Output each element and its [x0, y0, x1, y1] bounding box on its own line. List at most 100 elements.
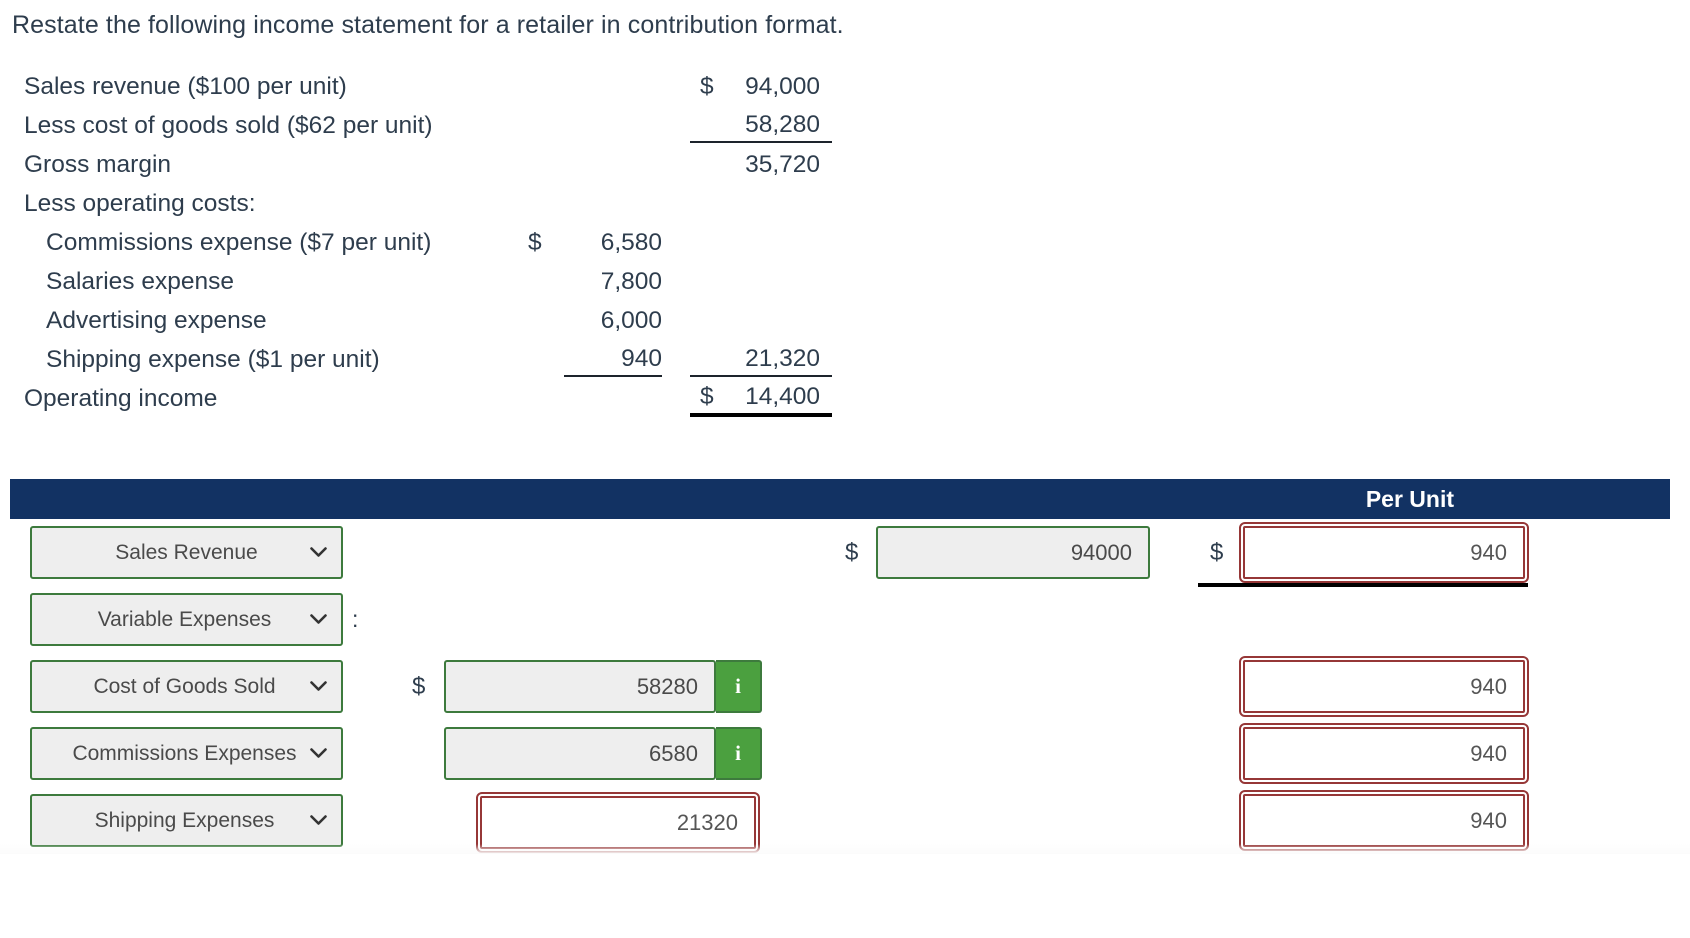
statement-currency-symbol: $	[528, 229, 542, 256]
statement-detail-amount: 7,800	[600, 268, 662, 295]
statement-column-gap	[662, 259, 690, 298]
variable-expense-amount-input[interactable]: 21320	[476, 792, 760, 853]
statement-detail-amount: 940	[564, 337, 662, 377]
worksheet-row: Cost of Goods Sold $58280 i 940	[0, 653, 1690, 720]
statement-total-amount: 94,000	[745, 73, 820, 100]
statement-currency-symbol	[690, 298, 730, 337]
statement-row-label: Less operating costs:	[24, 190, 256, 217]
statement-currency-symbol	[520, 142, 564, 181]
variable-expense-amount-input[interactable]: 58280	[444, 660, 716, 713]
statement-row: Gross margin 35,720	[0, 142, 832, 181]
statement-currency-symbol	[520, 103, 564, 142]
worksheet-row: Sales Revenue $94000 $940	[0, 519, 1690, 587]
statement-column-gap	[662, 181, 690, 220]
info-icon[interactable]: i	[716, 660, 762, 713]
statement-column-gap	[662, 337, 690, 376]
statement-currency-symbol	[520, 376, 564, 415]
chevron-down-icon	[310, 610, 327, 629]
statement-row-label: Shipping expense ($1 per unit)	[46, 346, 380, 373]
statement-currency-symbol	[690, 259, 730, 298]
statement-total-amount	[730, 298, 832, 337]
statement-currency-symbol	[690, 220, 730, 259]
variable-expense-amount-input[interactable]: 6580	[444, 727, 716, 780]
statement-total-amount: 21,320	[730, 337, 832, 377]
statement-total-amount	[730, 181, 832, 220]
statement-total-amount: 14,400	[730, 376, 832, 417]
statement-total-amount: 35,720	[745, 151, 820, 178]
statement-row-label: Salaries expense	[46, 268, 234, 295]
account-select-value: Commissions Expenses	[72, 741, 297, 765]
statement-total-amount: 58,280	[730, 103, 832, 143]
statement-row: Shipping expense ($1 per unit) 940 21,320	[0, 337, 832, 377]
page-bottom-fade	[0, 844, 1690, 854]
currency-symbol: $	[1210, 539, 1224, 566]
statement-currency-symbol	[520, 64, 564, 103]
account-select-value: Cost of Goods Sold	[93, 674, 276, 698]
worksheet-row: Variable Expenses:	[0, 586, 1690, 653]
statement-row-label: Advertising expense	[46, 307, 267, 334]
statement-currency-symbol	[690, 181, 730, 220]
statement-row: Advertising expense 6,000	[0, 298, 832, 337]
statement-currency-symbol	[690, 337, 730, 377]
account-select-sales-revenue[interactable]: Sales Revenue	[30, 526, 343, 579]
statement-detail-amount	[564, 181, 662, 220]
contribution-format-worksheet: Per Unit Sales Revenue $94000 $940 Variable…	[0, 479, 1690, 854]
statement-column-gap	[662, 298, 690, 337]
per-unit-input[interactable]: 940	[1239, 656, 1529, 717]
statement-row-label: Gross margin	[24, 151, 172, 178]
statement-column-gap	[662, 103, 690, 142]
account-select-variable-expenses[interactable]: Variable Expenses	[30, 593, 343, 646]
statement-currency-symbol	[690, 142, 730, 181]
currency-symbol: $	[845, 539, 859, 566]
statement-row: Less cost of goods sold ($62 per unit) 58…	[0, 103, 832, 143]
statement-row-label: Commissions expense ($7 per unit)	[46, 229, 432, 256]
statement-detail-amount: 6,580	[600, 229, 662, 256]
statement-row: Sales revenue ($100 per unit) $94,000	[0, 64, 832, 103]
per-unit-column-header: Per Unit	[1365, 486, 1454, 512]
statement-currency-symbol	[520, 298, 564, 337]
per-unit-input[interactable]: 940	[1239, 723, 1529, 784]
statement-row: Operating income $14,400	[0, 376, 832, 417]
worksheet-header-bar: Per Unit	[10, 479, 1670, 519]
worksheet-row: Commissions Expenses 6580 i 940	[0, 720, 1690, 787]
account-select-commissions-expenses[interactable]: Commissions Expenses	[30, 727, 343, 780]
statement-total-amount	[730, 259, 832, 298]
statement-row: Salaries expense 7,800	[0, 259, 832, 298]
statement-currency-symbol	[520, 181, 564, 220]
account-select-value: Shipping Expenses	[94, 808, 275, 832]
statement-column-gap	[662, 220, 690, 259]
info-icon[interactable]: i	[716, 727, 762, 780]
income-statement-table: Sales revenue ($100 per unit) $94,000 Less…	[0, 64, 832, 417]
statement-currency-symbol	[520, 337, 564, 376]
question-prompt: Restate the following income statement f…	[12, 11, 844, 39]
statement-detail-amount	[564, 64, 662, 103]
statement-detail-amount	[564, 376, 662, 415]
chevron-down-icon	[310, 811, 327, 830]
per-unit-input[interactable]: 940	[1239, 522, 1529, 583]
statement-detail-amount	[564, 103, 662, 142]
account-select-value: Variable Expenses	[97, 607, 272, 631]
chevron-down-icon	[310, 543, 327, 562]
total-amount-input[interactable]: 94000	[876, 526, 1150, 579]
statement-currency-symbol	[520, 259, 564, 298]
per-unit-input[interactable]: 940	[1239, 790, 1529, 851]
statement-row-label: Less cost of goods sold ($62 per unit)	[24, 112, 433, 139]
statement-detail-amount	[564, 142, 662, 181]
account-select-value: Sales Revenue	[115, 540, 258, 564]
statement-row: Less operating costs:	[0, 181, 832, 220]
statement-currency-symbol: $	[700, 73, 714, 100]
statement-total-amount	[730, 220, 832, 259]
statement-currency-symbol	[690, 103, 730, 143]
chevron-down-icon	[310, 677, 327, 696]
statement-row-label: Sales revenue ($100 per unit)	[24, 73, 347, 100]
chevron-down-icon	[310, 744, 327, 763]
account-select-shipping-expenses[interactable]: Shipping Expenses	[30, 794, 343, 847]
currency-symbol: $	[412, 673, 426, 700]
worksheet-rows: Sales Revenue $94000 $940 Variable Expenses…	[0, 519, 1690, 854]
statement-column-gap	[662, 376, 690, 415]
account-select-cost-of-goods-sold[interactable]: Cost of Goods Sold	[30, 660, 343, 713]
statement-row-label: Operating income	[24, 385, 218, 412]
statement-currency-symbol: $	[690, 376, 730, 417]
statement-column-gap	[662, 64, 690, 103]
statement-row: Commissions expense ($7 per unit) $6,580	[0, 220, 832, 259]
